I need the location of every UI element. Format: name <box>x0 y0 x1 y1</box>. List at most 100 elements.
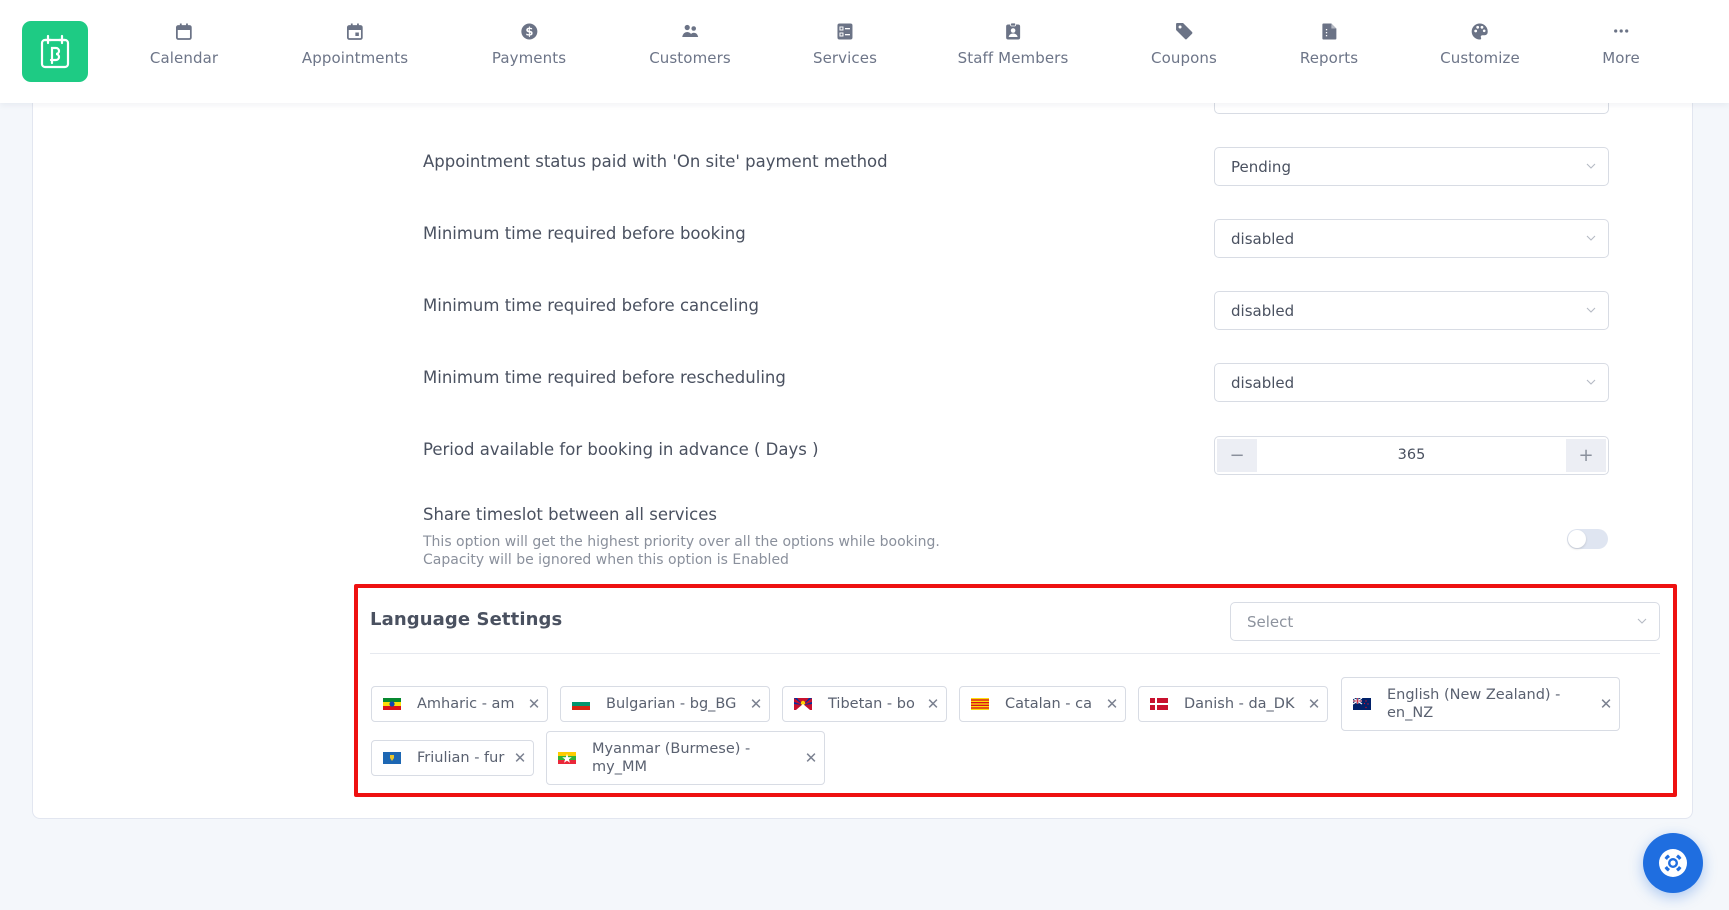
nav-services[interactable]: Services <box>813 22 877 82</box>
nav-label: More <box>1602 49 1640 67</box>
tag-label: English (New Zealand) - en_NZ <box>1387 686 1560 722</box>
friuli-flag-icon <box>383 752 401 764</box>
top-navigation-bar: Calendar Appointments $ Payments Custome… <box>0 0 1729 103</box>
tag-label-line: my_MM <box>592 759 647 775</box>
remove-tag-icon[interactable]: ✕ <box>1599 695 1613 713</box>
tag-label: Catalan - ca <box>1005 696 1092 712</box>
nav-label: Coupons <box>1151 49 1217 67</box>
remove-tag-icon[interactable]: ✕ <box>1307 695 1321 713</box>
ethiopia-flag-icon <box>383 698 401 710</box>
tag-label-line: English (New Zealand) - <box>1387 687 1561 703</box>
min-rescheduling-select[interactable]: disabled <box>1214 363 1609 402</box>
nav-label: Services <box>812 49 878 67</box>
decrement-button[interactable]: − <box>1217 439 1257 472</box>
list-icon <box>836 22 854 40</box>
more-dots-icon <box>1612 22 1630 40</box>
bulgaria-flag-icon <box>572 698 590 710</box>
nav-calendar[interactable]: Calendar <box>150 22 218 82</box>
chevron-down-icon <box>1586 235 1596 241</box>
setting-label-min-booking: Minimum time required before booking <box>423 224 746 243</box>
tag-icon <box>1175 22 1193 40</box>
min-booking-select[interactable]: disabled <box>1214 219 1609 258</box>
svg-text:$: $ <box>525 24 533 38</box>
calendar-event-icon <box>346 22 364 40</box>
dollar-circle-icon: $ <box>520 22 538 40</box>
id-badge-icon <box>1004 22 1022 40</box>
palette-icon <box>1471 22 1489 40</box>
language-select-placeholder: Select <box>1247 612 1294 631</box>
language-tag-amharic: Amharic - am ✕ <box>371 686 548 722</box>
chevron-down-icon <box>1637 618 1647 624</box>
setting-label-advance-period: Period available for booking in advance … <box>423 440 819 459</box>
nav-staff-members[interactable]: Staff Members <box>958 22 1069 82</box>
tag-label: Bulgarian - bg_BG <box>606 696 737 712</box>
language-select[interactable]: Select <box>1230 602 1660 641</box>
chevron-down-icon <box>1586 307 1596 313</box>
remove-tag-icon[interactable]: ✕ <box>804 749 818 767</box>
onsite-status-select[interactable]: Pending <box>1214 147 1609 186</box>
select-value: disabled <box>1231 373 1295 392</box>
tibet-flag-icon <box>794 698 812 710</box>
min-canceling-select[interactable]: disabled <box>1214 291 1609 330</box>
lifebuoy-icon <box>1659 849 1687 877</box>
chevron-down-icon <box>1586 379 1596 385</box>
language-tag-friulian: Friulian - fur ✕ <box>371 740 534 776</box>
tag-label: Myanmar (Burmese) - my_MM <box>592 740 750 776</box>
setting-label-onsite-status: Appointment status paid with 'On site' p… <box>423 152 888 171</box>
nav-coupons[interactable]: Coupons <box>1151 22 1217 82</box>
nav-payments[interactable]: $ Payments <box>492 22 566 82</box>
language-tag-danish: Danish - da_DK ✕ <box>1138 686 1328 722</box>
share-timeslot-toggle[interactable] <box>1567 529 1608 549</box>
help-button[interactable] <box>1643 833 1703 893</box>
denmark-flag-icon <box>1150 698 1168 710</box>
tag-label: Friulian - fur <box>417 750 505 766</box>
catalonia-flag-icon <box>971 698 989 710</box>
language-tag-english-nz: English (New Zealand) - en_NZ ✕ <box>1341 677 1620 731</box>
bookit-calendar-logo-icon <box>40 34 70 68</box>
tag-label: Tibetan - bo <box>828 696 915 712</box>
advance-period-stepper: − 365 + <box>1214 436 1609 475</box>
nav-label: Customize <box>1440 49 1520 67</box>
increment-button[interactable]: + <box>1566 439 1606 472</box>
toggle-knob <box>1568 530 1586 548</box>
remove-tag-icon[interactable]: ✕ <box>527 695 541 713</box>
remove-tag-icon[interactable]: ✕ <box>749 695 763 713</box>
nav-label: Calendar <box>149 49 219 67</box>
description-line: This option will get the highest priorit… <box>423 534 940 550</box>
language-tag-catalan: Catalan - ca ✕ <box>959 686 1126 722</box>
description-line: Capacity will be ignored when this optio… <box>423 552 789 568</box>
new-zealand-flag-icon <box>1353 698 1371 710</box>
calendar-icon <box>175 22 193 40</box>
remove-tag-icon[interactable]: ✕ <box>1105 695 1119 713</box>
language-settings-title: Language Settings <box>370 609 563 630</box>
chevron-down-icon <box>1586 163 1596 169</box>
language-tag-bulgarian: Bulgarian - bg_BG ✕ <box>560 686 770 722</box>
nav-label: Appointments <box>301 49 409 67</box>
remove-tag-icon[interactable]: ✕ <box>926 695 940 713</box>
setting-label-share-timeslot: Share timeslot between all services <box>423 505 717 524</box>
select-value: disabled <box>1231 301 1295 320</box>
nav-customers[interactable]: Customers <box>649 22 731 82</box>
nav-label: Staff Members <box>957 49 1069 67</box>
app-logo[interactable] <box>22 21 88 82</box>
nav-label: Reports <box>1299 49 1359 67</box>
setting-label-min-canceling: Minimum time required before canceling <box>423 296 759 315</box>
nav-customize[interactable]: Customize <box>1440 22 1520 82</box>
nav-reports[interactable]: Reports <box>1300 22 1358 82</box>
setting-label-min-rescheduling: Minimum time required before reschedulin… <box>423 368 786 387</box>
divider <box>370 653 1660 654</box>
advance-period-input[interactable]: 365 <box>1257 437 1566 474</box>
share-timeslot-description: This option will get the highest priorit… <box>423 533 940 569</box>
nav-appointments[interactable]: Appointments <box>302 22 408 82</box>
select-value: disabled <box>1231 229 1295 248</box>
nav-more[interactable]: More <box>1602 22 1640 82</box>
myanmar-flag-icon <box>558 752 576 764</box>
tag-label-line: Myanmar (Burmese) - <box>592 741 751 757</box>
select-value: Pending <box>1231 157 1291 176</box>
remove-tag-icon[interactable]: ✕ <box>513 749 527 767</box>
nav-label: Payments <box>491 49 567 67</box>
tag-label: Amharic - am <box>417 696 515 712</box>
tag-label-line: en_NZ <box>1387 705 1434 721</box>
users-icon <box>681 22 699 40</box>
report-file-icon <box>1320 22 1338 40</box>
